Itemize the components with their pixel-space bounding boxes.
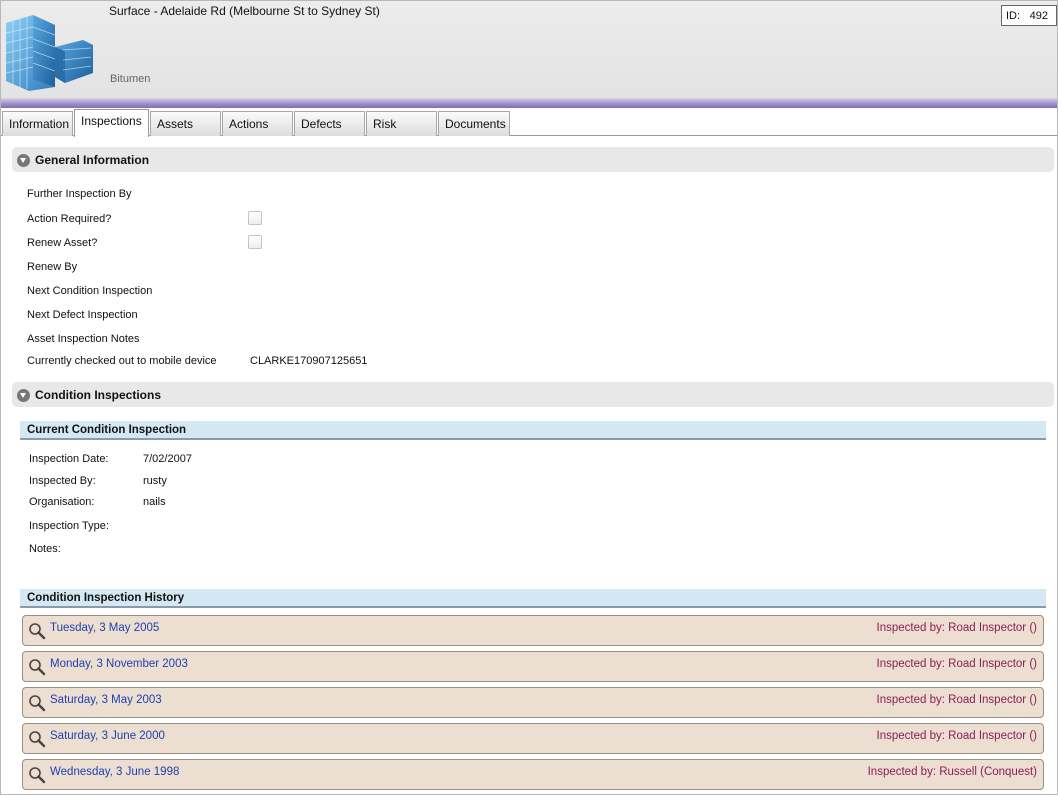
checked-out-device-value: CLARKE170907125651 bbox=[250, 355, 368, 367]
id-label: ID: bbox=[1006, 10, 1021, 22]
history-inspected-by: Inspected by: Road Inspector () bbox=[876, 658, 1037, 670]
asset-inspection-notes-label: Asset Inspection Notes bbox=[27, 333, 140, 345]
general-information-header[interactable]: General Information bbox=[12, 147, 1054, 172]
tab-documents[interactable]: Documents bbox=[438, 111, 510, 136]
condition-inspection-history-header: Condition Inspection History bbox=[20, 589, 1046, 608]
history-inspected-by: Inspected by: Road Inspector () bbox=[876, 694, 1037, 706]
asset-subtitle: Bitumen bbox=[110, 73, 151, 85]
history-date[interactable]: Wednesday, 3 June 1998 bbox=[50, 766, 179, 778]
further-inspection-by-label: Further Inspection By bbox=[27, 188, 132, 200]
inspection-date-value: 7/02/2007 bbox=[143, 453, 192, 465]
renew-asset-checkbox[interactable] bbox=[248, 235, 262, 249]
magnifier-icon[interactable] bbox=[28, 694, 46, 712]
inspected-by-label: Inspected By: bbox=[29, 475, 96, 487]
history-row[interactable]: Saturday, 3 May 2003 Inspected by: Road … bbox=[22, 687, 1044, 718]
asset-title: Surface - Adelaide Rd (Melbourne St to S… bbox=[109, 4, 380, 18]
next-defect-inspection-label: Next Defect Inspection bbox=[27, 309, 138, 321]
header-band bbox=[1, 98, 1057, 108]
inspection-type-label: Inspection Type: bbox=[29, 520, 109, 532]
tab-actions[interactable]: Actions bbox=[222, 111, 293, 136]
history-inspected-by: Inspected by: Road Inspector () bbox=[876, 622, 1037, 634]
action-required-checkbox[interactable] bbox=[248, 211, 262, 225]
condition-inspections-header[interactable]: Condition Inspections bbox=[12, 382, 1054, 407]
renew-asset-label: Renew Asset? bbox=[27, 237, 98, 249]
notes-label: Notes: bbox=[29, 543, 61, 555]
history-row[interactable]: Saturday, 3 June 2000 Inspected by: Road… bbox=[22, 723, 1044, 754]
history-row[interactable]: Monday, 3 November 2003 Inspected by: Ro… bbox=[22, 651, 1044, 682]
inspected-by-value: rusty bbox=[143, 475, 167, 487]
section-title: Condition Inspections bbox=[35, 388, 161, 402]
inspection-date-label: Inspection Date: bbox=[29, 453, 109, 465]
history-date[interactable]: Saturday, 3 May 2003 bbox=[50, 694, 162, 706]
magnifier-icon[interactable] bbox=[28, 622, 46, 640]
next-condition-inspection-label: Next Condition Inspection bbox=[27, 285, 153, 297]
organisation-label: Organisation: bbox=[29, 496, 95, 508]
history-row[interactable]: Wednesday, 3 June 1998 Inspected by: Rus… bbox=[22, 759, 1044, 790]
collapse-icon[interactable] bbox=[17, 154, 30, 167]
tab-information[interactable]: Information bbox=[2, 111, 73, 136]
checked-out-label: Currently checked out to mobile device bbox=[27, 355, 217, 367]
magnifier-icon[interactable] bbox=[28, 766, 46, 784]
asset-id-box: ID: 492 bbox=[1001, 5, 1057, 26]
history-row[interactable]: Tuesday, 3 May 2005 Inspected by: Road I… bbox=[22, 615, 1044, 646]
asset-header: Surface - Adelaide Rd (Melbourne St to S… bbox=[1, 1, 1057, 98]
current-condition-inspection-header: Current Condition Inspection bbox=[20, 421, 1046, 440]
tab-defects[interactable]: Defects bbox=[294, 111, 365, 136]
collapse-icon[interactable] bbox=[17, 389, 30, 402]
tab-assets[interactable]: Assets bbox=[150, 111, 221, 136]
history-date[interactable]: Saturday, 3 June 2000 bbox=[50, 730, 165, 742]
magnifier-icon[interactable] bbox=[28, 730, 46, 748]
history-inspected-by: Inspected by: Russell (Conquest) bbox=[867, 766, 1037, 778]
renew-by-label: Renew By bbox=[27, 261, 78, 273]
building-icon bbox=[5, 15, 93, 91]
tab-inspections[interactable]: Inspections bbox=[74, 109, 149, 137]
history-inspected-by: Inspected by: Road Inspector () bbox=[876, 730, 1037, 742]
history-date[interactable]: Monday, 3 November 2003 bbox=[50, 658, 188, 670]
id-value: 492 bbox=[1029, 10, 1048, 22]
section-title: General Information bbox=[35, 153, 150, 167]
organisation-value: nails bbox=[143, 496, 166, 508]
action-required-label: Action Required? bbox=[27, 213, 112, 225]
tab-risk[interactable]: Risk bbox=[366, 111, 437, 136]
history-date[interactable]: Tuesday, 3 May 2005 bbox=[50, 622, 159, 634]
tab-bar: Information Inspections Assets Actions D… bbox=[1, 108, 1057, 137]
magnifier-icon[interactable] bbox=[28, 658, 46, 676]
